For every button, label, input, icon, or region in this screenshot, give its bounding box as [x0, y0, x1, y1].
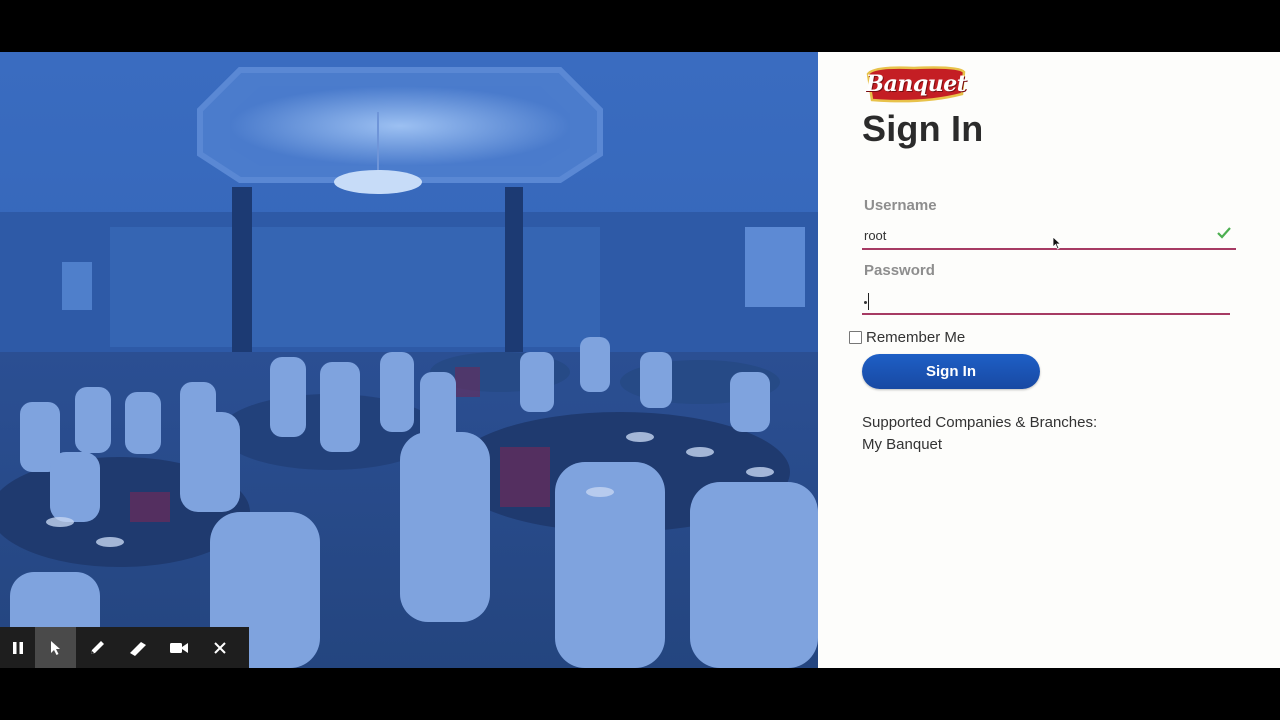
- close-recorder-button[interactable]: [199, 627, 240, 668]
- pointer-icon: [50, 640, 60, 655]
- login-panel: Banquet Sign In Username root Password R…: [818, 52, 1280, 668]
- username-value: root: [864, 228, 887, 243]
- letterbox-top: [0, 0, 1280, 52]
- supported-label: Supported Companies & Branches:: [862, 414, 1098, 431]
- banquet-logo: Banquet: [864, 64, 968, 104]
- pen-icon: [90, 640, 104, 654]
- camera-button[interactable]: [158, 627, 199, 668]
- sign-in-button[interactable]: Sign In: [862, 354, 1040, 389]
- text-caret: [868, 293, 869, 310]
- remember-me[interactable]: Remember Me: [849, 329, 965, 346]
- pause-icon: [12, 641, 23, 654]
- pointer-tool-button[interactable]: [35, 627, 76, 668]
- hero-image: [0, 52, 818, 668]
- password-field[interactable]: [862, 289, 1230, 315]
- letterbox-bottom: [0, 668, 1280, 720]
- supported-value: My Banquet: [862, 436, 943, 453]
- pause-button[interactable]: [0, 627, 35, 668]
- recorder-toolbar: [0, 627, 249, 668]
- camera-icon: [169, 642, 188, 653]
- banquet-hall-illustration: [0, 52, 818, 668]
- username-label: Username: [864, 197, 937, 214]
- supported-companies: Supported Companies & Branches: My Banqu…: [862, 412, 1097, 456]
- password-label: Password: [864, 262, 935, 279]
- password-mask-dot: [864, 301, 867, 304]
- logo-text: Banquet: [865, 71, 967, 97]
- highlighter-icon: [129, 641, 146, 656]
- highlighter-tool-button[interactable]: [117, 627, 158, 668]
- pen-tool-button[interactable]: [76, 627, 117, 668]
- username-field[interactable]: root: [862, 224, 1236, 250]
- remember-label: Remember Me: [866, 329, 966, 346]
- remember-checkbox[interactable]: [849, 331, 862, 344]
- page-title: Sign In: [862, 108, 984, 149]
- check-icon: [1216, 226, 1232, 245]
- close-icon: [213, 641, 226, 654]
- mouse-cursor-icon: [1052, 236, 1062, 255]
